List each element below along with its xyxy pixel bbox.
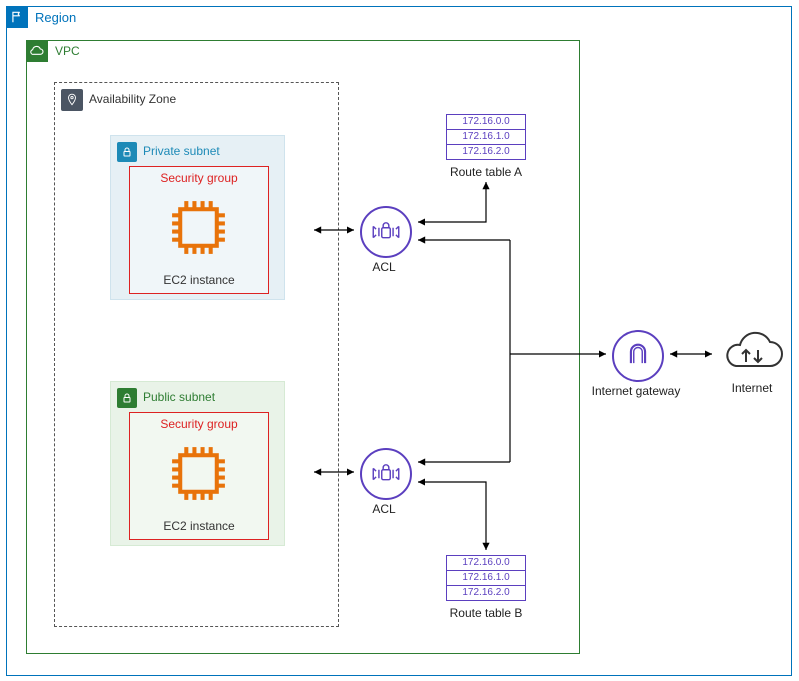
private-security-group-label: Security group xyxy=(130,171,268,185)
route-table-b-row: 172.16.1.0 xyxy=(447,571,525,586)
private-ec2-chip-icon xyxy=(166,195,231,260)
private-subnet-box: Private subnet Security group EC2 instan… xyxy=(110,135,285,300)
vpc-label: VPC xyxy=(55,44,80,58)
public-ec2-chip-icon xyxy=(166,441,231,506)
internet-cloud-icon xyxy=(716,324,788,376)
region-label: Region xyxy=(35,10,76,25)
acl-top-label: ACL xyxy=(334,260,434,274)
public-subnet-lock-icon xyxy=(117,388,137,408)
private-subnet-label: Private subnet xyxy=(143,144,220,158)
public-subnet-box: Public subnet Security group EC2 instanc… xyxy=(110,381,285,546)
public-subnet-label: Public subnet xyxy=(143,390,215,404)
acl-bottom-icon xyxy=(360,448,412,500)
public-security-group-label: Security group xyxy=(130,417,268,431)
route-table-a-row: 172.16.2.0 xyxy=(447,145,525,159)
route-table-a-label: Route table A xyxy=(446,165,526,179)
az-pin-icon xyxy=(61,89,83,111)
private-subnet-lock-icon xyxy=(117,142,137,162)
internet-gateway-label: Internet gateway xyxy=(586,384,686,398)
public-security-group-box: Security group EC2 instance xyxy=(129,412,269,540)
internet-cloud: Internet xyxy=(716,324,788,395)
route-table-a-row: 172.16.1.0 xyxy=(447,130,525,145)
route-table-b-label: Route table B xyxy=(446,606,526,620)
acl-top-icon xyxy=(360,206,412,258)
vpc-cloud-icon xyxy=(26,40,48,62)
internet-label: Internet xyxy=(716,381,788,395)
public-ec2-label: EC2 instance xyxy=(130,519,268,533)
region-flag-icon xyxy=(6,6,28,28)
acl-bottom-label: ACL xyxy=(334,502,434,516)
az-label: Availability Zone xyxy=(89,92,176,106)
private-ec2-label: EC2 instance xyxy=(130,273,268,287)
internet-gateway-icon xyxy=(612,330,664,382)
route-table-b-row: 172.16.0.0 xyxy=(447,556,525,571)
route-table-a-row: 172.16.0.0 xyxy=(447,115,525,130)
private-security-group-box: Security group EC2 instance xyxy=(129,166,269,294)
route-table-a-box: 172.16.0.0 172.16.1.0 172.16.2.0 Route t… xyxy=(446,114,526,179)
route-table-b-row: 172.16.2.0 xyxy=(447,586,525,600)
route-table-b-box: 172.16.0.0 172.16.1.0 172.16.2.0 Route t… xyxy=(446,555,526,620)
availability-zone-box: Availability Zone Private subnet Securit… xyxy=(54,82,339,627)
